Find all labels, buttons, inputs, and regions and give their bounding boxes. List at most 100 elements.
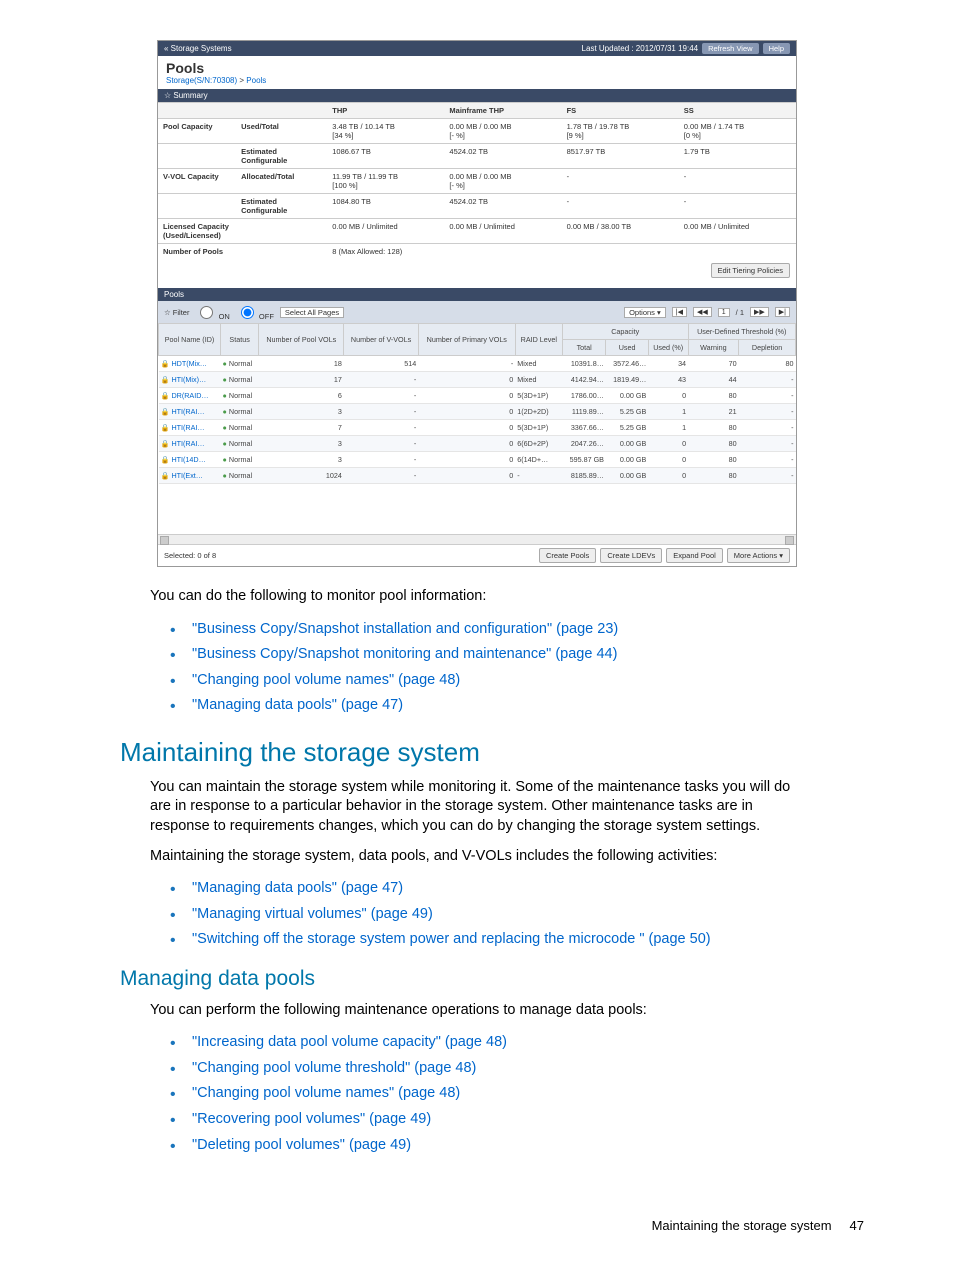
maintaining-p1: You can maintain the storage system whil… [150, 778, 804, 837]
status-icon [223, 375, 229, 384]
cross-ref-link[interactable]: "Deleting pool volumes" (page 49) [192, 1137, 411, 1153]
col-depl[interactable]: Depletion [739, 340, 796, 356]
breadcrumb-link[interactable]: Storage(S/N:70308) [166, 76, 237, 85]
page-current[interactable]: 1 [718, 308, 730, 317]
pools-table: Pool Name (ID) Status Number of Pool VOL… [158, 323, 796, 484]
more-actions-button[interactable]: More Actions ▾ [727, 548, 790, 563]
cross-ref-link[interactable]: "Switching off the storage system power … [192, 931, 711, 947]
col-raid[interactable]: RAID Level [515, 324, 562, 356]
table-row[interactable]: 🔒 HDT(Mix…Normal18514-Mixed10391.8…3572.… [159, 356, 796, 372]
list-item: "Changing pool volume names" (page 48) [170, 668, 804, 694]
footer-title: Maintaining the storage system [652, 1218, 832, 1233]
filter-label: ☆ Filter [164, 308, 189, 317]
col-warn[interactable]: Warning [688, 340, 739, 356]
pool-link[interactable]: 🔒 HTI(RAI… [161, 439, 205, 448]
summary-row: Estimated Configurable1084.80 TB4524.02 … [158, 194, 796, 219]
col-used[interactable]: Used [606, 340, 648, 356]
col-nvvol[interactable]: Number of V-VOLs [344, 324, 418, 356]
col-capacity-group: Capacity [562, 324, 688, 340]
table-row[interactable]: 🔒 HTI(RAI…Normal3-01(2D+2D)1119.89…5.25 … [159, 404, 796, 420]
page-next-icon[interactable]: ▶▶ [750, 307, 769, 317]
table-row[interactable]: 🔒 HTI(RAI…Normal3-06(6D+2P)2047.26…0.00 … [159, 436, 796, 452]
filter-on-radio[interactable]: ON [195, 303, 229, 321]
table-footer: Selected: 0 of 8 Create Pools Create LDE… [158, 544, 796, 566]
options-dropdown[interactable]: Options ▾ [624, 307, 666, 318]
status-icon [223, 455, 229, 464]
status-icon [223, 471, 229, 480]
summary-row: Estimated Configurable1086.67 TB4524.02 … [158, 144, 796, 169]
col-total[interactable]: Total [562, 340, 606, 356]
col-usedpct[interactable]: Used (%) [648, 340, 688, 356]
breadcrumb-current: Pools [246, 76, 266, 85]
col-nprim[interactable]: Number of Primary VOLs [418, 324, 515, 356]
help-button[interactable]: Help [763, 43, 790, 54]
cross-ref-link[interactable]: "Changing pool volume names" (page 48) [192, 672, 460, 688]
page-title: Pools [158, 56, 796, 76]
cross-ref-link[interactable]: "Business Copy/Snapshot installation and… [192, 621, 618, 637]
page-last-icon[interactable]: ▶| [775, 307, 790, 317]
col-nvol[interactable]: Number of Pool VOLs [259, 324, 344, 356]
pool-link[interactable]: 🔒 HTI(RAI… [161, 407, 205, 416]
intro-paragraph-1: You can do the following to monitor pool… [150, 587, 804, 607]
breadcrumb: Storage(S/N:70308) > Pools [158, 76, 796, 89]
refresh-button[interactable]: Refresh View [702, 43, 758, 54]
table-row[interactable]: 🔒 HTI(Mix)…Normal17-0Mixed4142.94…1819.4… [159, 372, 796, 388]
summary-row: V-VOL CapacityAllocated/Total11.99 TB / … [158, 169, 796, 194]
page-first-icon[interactable]: |◀ [672, 307, 687, 317]
cross-ref-link[interactable]: "Changing pool volume names" (page 48) [192, 1085, 460, 1101]
cross-ref-link[interactable]: "Recovering pool volumes" (page 49) [192, 1111, 431, 1127]
filter-off-radio[interactable]: OFF [236, 303, 274, 321]
create-ldevs-button[interactable]: Create LDEVs [600, 548, 662, 563]
list-item: "Increasing data pool volume capacity" (… [170, 1030, 804, 1056]
col-status[interactable]: Status [221, 324, 259, 356]
cross-ref-link[interactable]: "Increasing data pool volume capacity" (… [192, 1034, 507, 1050]
horizontal-scrollbar[interactable] [158, 534, 796, 544]
cross-ref-link[interactable]: "Changing pool volume threshold" (page 4… [192, 1060, 476, 1076]
expand-pool-button[interactable]: Expand Pool [666, 548, 723, 563]
cross-ref-link[interactable]: "Managing data pools" (page 47) [192, 697, 403, 713]
table-row[interactable]: 🔒 HTI(14D…Normal3-06(14D+…595.87 GB0.00 … [159, 452, 796, 468]
page-total: / 1 [736, 308, 744, 317]
list-item: "Business Copy/Snapshot installation and… [170, 617, 804, 643]
pool-link[interactable]: 🔒 HTI(Mix)… [161, 375, 207, 384]
col-mf: Mainframe THP [444, 103, 561, 119]
create-pools-button[interactable]: Create Pools [539, 548, 596, 563]
list-item: "Changing pool volume names" (page 48) [170, 1081, 804, 1107]
edit-tiering-button[interactable]: Edit Tiering Policies [711, 263, 790, 278]
summary-header[interactable]: ☆ Summary [158, 89, 796, 102]
col-poolname[interactable]: Pool Name (ID) [159, 324, 221, 356]
pool-link[interactable]: 🔒 HTI(RAI… [161, 423, 205, 432]
pool-link[interactable]: 🔒 HTI(14D… [161, 455, 206, 464]
pools-header: Pools [158, 288, 796, 301]
pool-link[interactable]: 🔒 DR(RAID… [161, 391, 209, 400]
pools-screenshot: « Storage Systems Last Updated : 2012/07… [157, 40, 797, 567]
pool-link[interactable]: 🔒 HTI(Ext… [161, 471, 204, 480]
list-item: "Switching off the storage system power … [170, 927, 804, 953]
pool-link[interactable]: 🔒 HDT(Mix… [161, 359, 207, 368]
cross-ref-link[interactable]: "Managing virtual volumes" (page 49) [192, 906, 433, 922]
back-link[interactable]: « Storage Systems [164, 44, 232, 53]
maintaining-list: "Managing data pools" (page 47) "Managing… [170, 876, 804, 953]
heading-managing-pools: Managing data pools [120, 967, 924, 991]
summary-row: Number of Pools8 (Max Allowed: 128) [158, 244, 796, 260]
status-icon [223, 359, 229, 368]
table-row[interactable]: 🔒 HTI(Ext…Normal1024-0-8185.89…0.00 GB08… [159, 468, 796, 484]
list-item: "Managing virtual volumes" (page 49) [170, 902, 804, 928]
table-row[interactable]: 🔒 HTI(RAI…Normal7-05(3D+1P)3367.66…5.25 … [159, 420, 796, 436]
pool-info-list: "Business Copy/Snapshot installation and… [170, 617, 804, 719]
selected-count: Selected: 0 of 8 [164, 551, 216, 560]
col-fs: FS [562, 103, 679, 119]
list-item: "Deleting pool volumes" (page 49) [170, 1133, 804, 1159]
page-prev-icon[interactable]: ◀◀ [693, 307, 712, 317]
summary-table: THP Mainframe THP FS SS Pool CapacityUse… [158, 102, 796, 259]
list-item: "Business Copy/Snapshot monitoring and m… [170, 642, 804, 668]
filter-bar: ☆ Filter ON OFF Select All Pages Options… [158, 301, 796, 323]
cross-ref-link[interactable]: "Managing data pools" (page 47) [192, 880, 403, 896]
status-icon [223, 439, 229, 448]
table-row[interactable]: 🔒 DR(RAID…Normal6-05(3D+1P)1786.00…0.00 … [159, 388, 796, 404]
select-all-pages[interactable]: Select All Pages [280, 307, 344, 318]
col-udt-group: User-Defined Threshold (%) [688, 324, 795, 340]
footer-page-number: 47 [850, 1218, 864, 1233]
status-icon [223, 423, 229, 432]
cross-ref-link[interactable]: "Business Copy/Snapshot monitoring and m… [192, 646, 617, 662]
